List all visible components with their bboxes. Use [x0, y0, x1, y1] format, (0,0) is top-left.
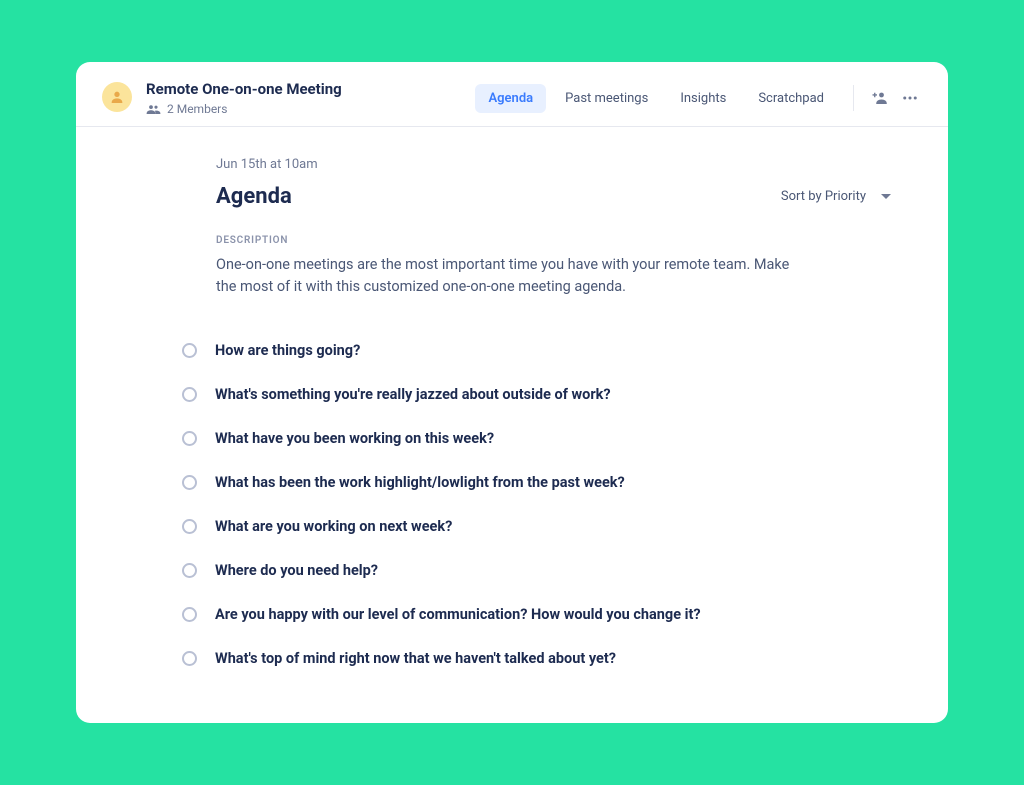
tab-scratchpad[interactable]: Scratchpad [745, 84, 837, 113]
item-checkbox[interactable] [182, 431, 197, 446]
item-text[interactable]: What are you working on next week? [215, 518, 452, 535]
agenda-items: How are things going? What's something y… [182, 342, 892, 667]
avatar[interactable] [102, 82, 132, 112]
add-member-button[interactable] [868, 86, 892, 110]
item-text[interactable]: What's something you're really jazzed ab… [215, 386, 611, 403]
agenda-item: What's top of mind right now that we hav… [182, 650, 892, 667]
item-checkbox[interactable] [182, 607, 197, 622]
header-right: Agenda Past meetings Insights Scratchpad [475, 84, 922, 113]
header: Remote One-on-one Meeting 2 Members Agen… [76, 62, 948, 127]
tab-insights[interactable]: Insights [667, 84, 739, 113]
page-title: Remote One-on-one Meeting [146, 80, 342, 98]
item-text[interactable]: What has been the work highlight/lowligh… [215, 474, 625, 491]
agenda-row: Agenda Sort by Priority [216, 184, 892, 209]
agenda-heading: Agenda [216, 184, 292, 209]
tabs: Agenda Past meetings Insights Scratchpad [475, 84, 837, 113]
item-checkbox[interactable] [182, 387, 197, 402]
person-icon [109, 89, 125, 105]
agenda-item: What has been the work highlight/lowligh… [182, 474, 892, 491]
agenda-item: Where do you need help? [182, 562, 892, 579]
title-block: Remote One-on-one Meeting 2 Members [146, 80, 342, 116]
agenda-item: How are things going? [182, 342, 892, 359]
item-text[interactable]: How are things going? [215, 342, 360, 359]
item-text[interactable]: Where do you need help? [215, 562, 378, 579]
add-person-icon [871, 89, 889, 107]
members-row[interactable]: 2 Members [146, 102, 342, 116]
more-horizontal-icon [901, 89, 919, 107]
sort-dropdown[interactable]: Sort by Priority [781, 189, 892, 204]
content: Jun 15th at 10am Agenda Sort by Priority… [76, 127, 948, 723]
description-label: DESCRIPTION [216, 235, 892, 246]
agenda-item: What's something you're really jazzed ab… [182, 386, 892, 403]
item-text[interactable]: What have you been working on this week? [215, 430, 494, 447]
more-options-button[interactable] [898, 86, 922, 110]
item-checkbox[interactable] [182, 651, 197, 666]
chevron-down-icon [880, 193, 892, 201]
tab-past-meetings[interactable]: Past meetings [552, 84, 661, 113]
header-left: Remote One-on-one Meeting 2 Members [102, 80, 342, 116]
item-text[interactable]: What's top of mind right now that we hav… [215, 650, 616, 667]
item-checkbox[interactable] [182, 563, 197, 578]
meeting-date: Jun 15th at 10am [216, 157, 892, 172]
agenda-item: What have you been working on this week? [182, 430, 892, 447]
tab-agenda[interactable]: Agenda [475, 84, 546, 113]
item-checkbox[interactable] [182, 519, 197, 534]
divider [853, 85, 854, 111]
agenda-item: Are you happy with our level of communic… [182, 606, 892, 623]
members-label: 2 Members [167, 102, 227, 116]
item-text[interactable]: Are you happy with our level of communic… [215, 606, 701, 623]
item-checkbox[interactable] [182, 475, 197, 490]
sort-label: Sort by Priority [781, 189, 866, 204]
description-body: One-on-one meetings are the most importa… [216, 254, 796, 298]
item-checkbox[interactable] [182, 343, 197, 358]
app-window: Remote One-on-one Meeting 2 Members Agen… [76, 62, 948, 723]
people-icon [146, 103, 161, 115]
agenda-item: What are you working on next week? [182, 518, 892, 535]
